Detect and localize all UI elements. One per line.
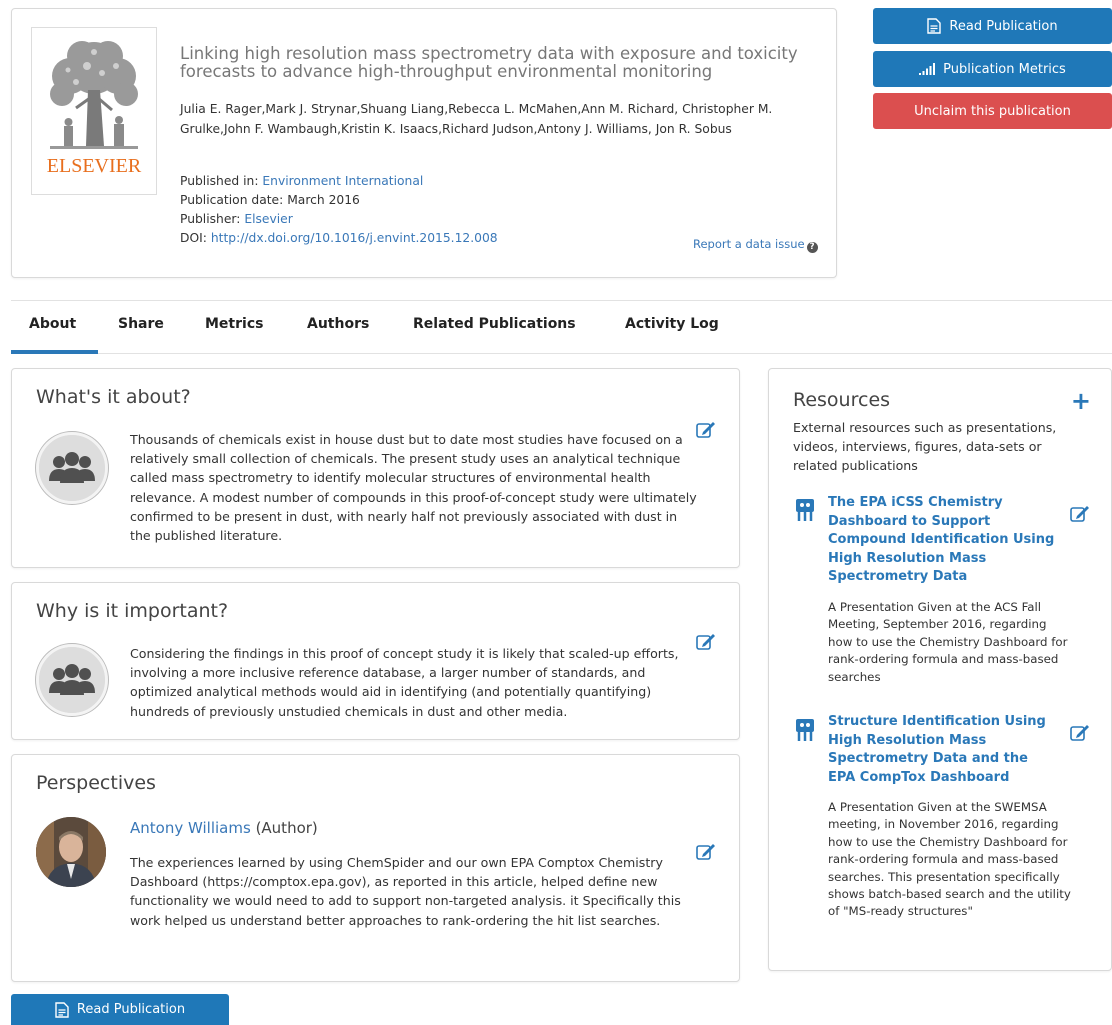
- group-avatar-icon: [36, 432, 108, 504]
- importance-text: Considering the findings in this proof o…: [130, 646, 679, 719]
- published-in-label: Published in:: [180, 174, 259, 188]
- publisher-link[interactable]: Elsevier: [244, 212, 292, 226]
- presentation-icon: [796, 499, 814, 521]
- resource-link-2[interactable]: Structure Identification Using High Reso…: [828, 713, 1058, 787]
- help-icon: ?: [806, 242, 818, 253]
- footer-read-publication-label: Read Publication: [76, 1002, 186, 1017]
- read-publication-button[interactable]: Read Publication: [873, 8, 1112, 44]
- doi-label: DOI:: [180, 231, 207, 245]
- importance-title: Why is it important?: [36, 600, 229, 622]
- resource-description-2: A Presentation Given at the SWEMSA meeti…: [828, 800, 1071, 919]
- report-data-issue-label: Report a data issue: [693, 237, 805, 251]
- elsevier-tree-logo-icon: ELSEVIER: [32, 28, 156, 194]
- publication-authors: Julia E. Rager,Mark J. Strynar,Shuang Li…: [180, 102, 773, 136]
- resource-link-1[interactable]: The EPA iCSS Chemistry Dashboard to Supp…: [828, 494, 1063, 587]
- author-name-link[interactable]: Antony Williams: [130, 819, 251, 837]
- publication-metrics-label: Publication Metrics: [943, 61, 1066, 77]
- publisher-row: Publisher: Elsevier: [180, 210, 680, 229]
- unclaim-publication-button[interactable]: Unclaim this publication: [873, 93, 1112, 129]
- journal-cover-image: ELSEVIER: [31, 27, 157, 195]
- unclaim-publication-label: Unclaim this publication: [914, 103, 1071, 119]
- tab-related-publications[interactable]: Related Publications: [413, 316, 576, 332]
- report-data-issue-link[interactable]: Report a data issue?: [693, 237, 818, 253]
- perspectives-section: Perspectives Antony Williams (Author) Th…: [11, 754, 740, 982]
- about-title: What's it about?: [36, 386, 191, 408]
- document-icon: [927, 18, 942, 34]
- edit-resource-1-icon[interactable]: [1070, 505, 1090, 523]
- edit-perspective-icon[interactable]: [696, 843, 716, 861]
- add-resource-icon[interactable]: +: [1071, 389, 1091, 413]
- presentation-icon: [796, 719, 814, 741]
- resources-title: Resources: [793, 389, 891, 411]
- publication-date-row: Publication date: March 2016: [180, 191, 680, 210]
- edit-importance-icon[interactable]: [696, 633, 716, 651]
- document-icon: [55, 1001, 69, 1018]
- perspective-text: The experiences learned by using ChemSpi…: [130, 855, 681, 928]
- active-tab-indicator: [11, 350, 98, 354]
- author-role: (Author): [255, 819, 318, 837]
- edit-resource-2-icon[interactable]: [1070, 724, 1090, 742]
- bar-chart-icon: [919, 63, 936, 75]
- publication-metrics-button[interactable]: Publication Metrics: [873, 51, 1112, 87]
- tab-share[interactable]: Share: [118, 316, 164, 332]
- resource-description-1: A Presentation Given at the ACS Fall Mee…: [828, 600, 1068, 684]
- about-text: Thousands of chemicals exist in house du…: [130, 432, 697, 544]
- importance-section: Why is it important? Considering the fin…: [11, 582, 740, 740]
- publication-date-label: Publication date:: [180, 193, 284, 207]
- perspective-author: Antony Williams (Author): [130, 819, 318, 837]
- published-in-row: Published in: Environment International: [180, 172, 680, 191]
- resources-subtitle: External resources such as presentations…: [793, 420, 1057, 473]
- journal-link[interactable]: Environment International: [262, 174, 423, 188]
- edit-about-icon[interactable]: [696, 421, 716, 439]
- footer-read-publication-button[interactable]: Read Publication: [11, 994, 229, 1025]
- tab-authors[interactable]: Authors: [307, 316, 369, 332]
- author-avatar[interactable]: [36, 817, 106, 887]
- doi-row: DOI: http://dx.doi.org/10.1016/j.envint.…: [180, 229, 680, 248]
- publication-date-value: March 2016: [287, 193, 360, 207]
- tab-bar: About Share Metrics Authors Related Publ…: [11, 300, 1112, 354]
- svg-text:ELSEVIER: ELSEVIER: [47, 155, 142, 177]
- group-avatar-icon: [36, 644, 108, 716]
- publisher-label: Publisher:: [180, 212, 241, 226]
- about-section: What's it about? Thousands of chemicals …: [11, 368, 740, 568]
- author-photo: [36, 817, 106, 887]
- read-publication-label: Read Publication: [949, 18, 1058, 34]
- publication-title: Linking high resolution mass spectrometr…: [180, 44, 798, 81]
- tab-metrics[interactable]: Metrics: [205, 316, 263, 332]
- doi-link[interactable]: http://dx.doi.org/10.1016/j.envint.2015.…: [211, 231, 498, 245]
- resources-panel: Resources + External resources such as p…: [768, 368, 1112, 971]
- tab-activity-log[interactable]: Activity Log: [625, 316, 719, 332]
- tab-about[interactable]: About: [29, 316, 76, 332]
- perspectives-title: Perspectives: [36, 772, 156, 794]
